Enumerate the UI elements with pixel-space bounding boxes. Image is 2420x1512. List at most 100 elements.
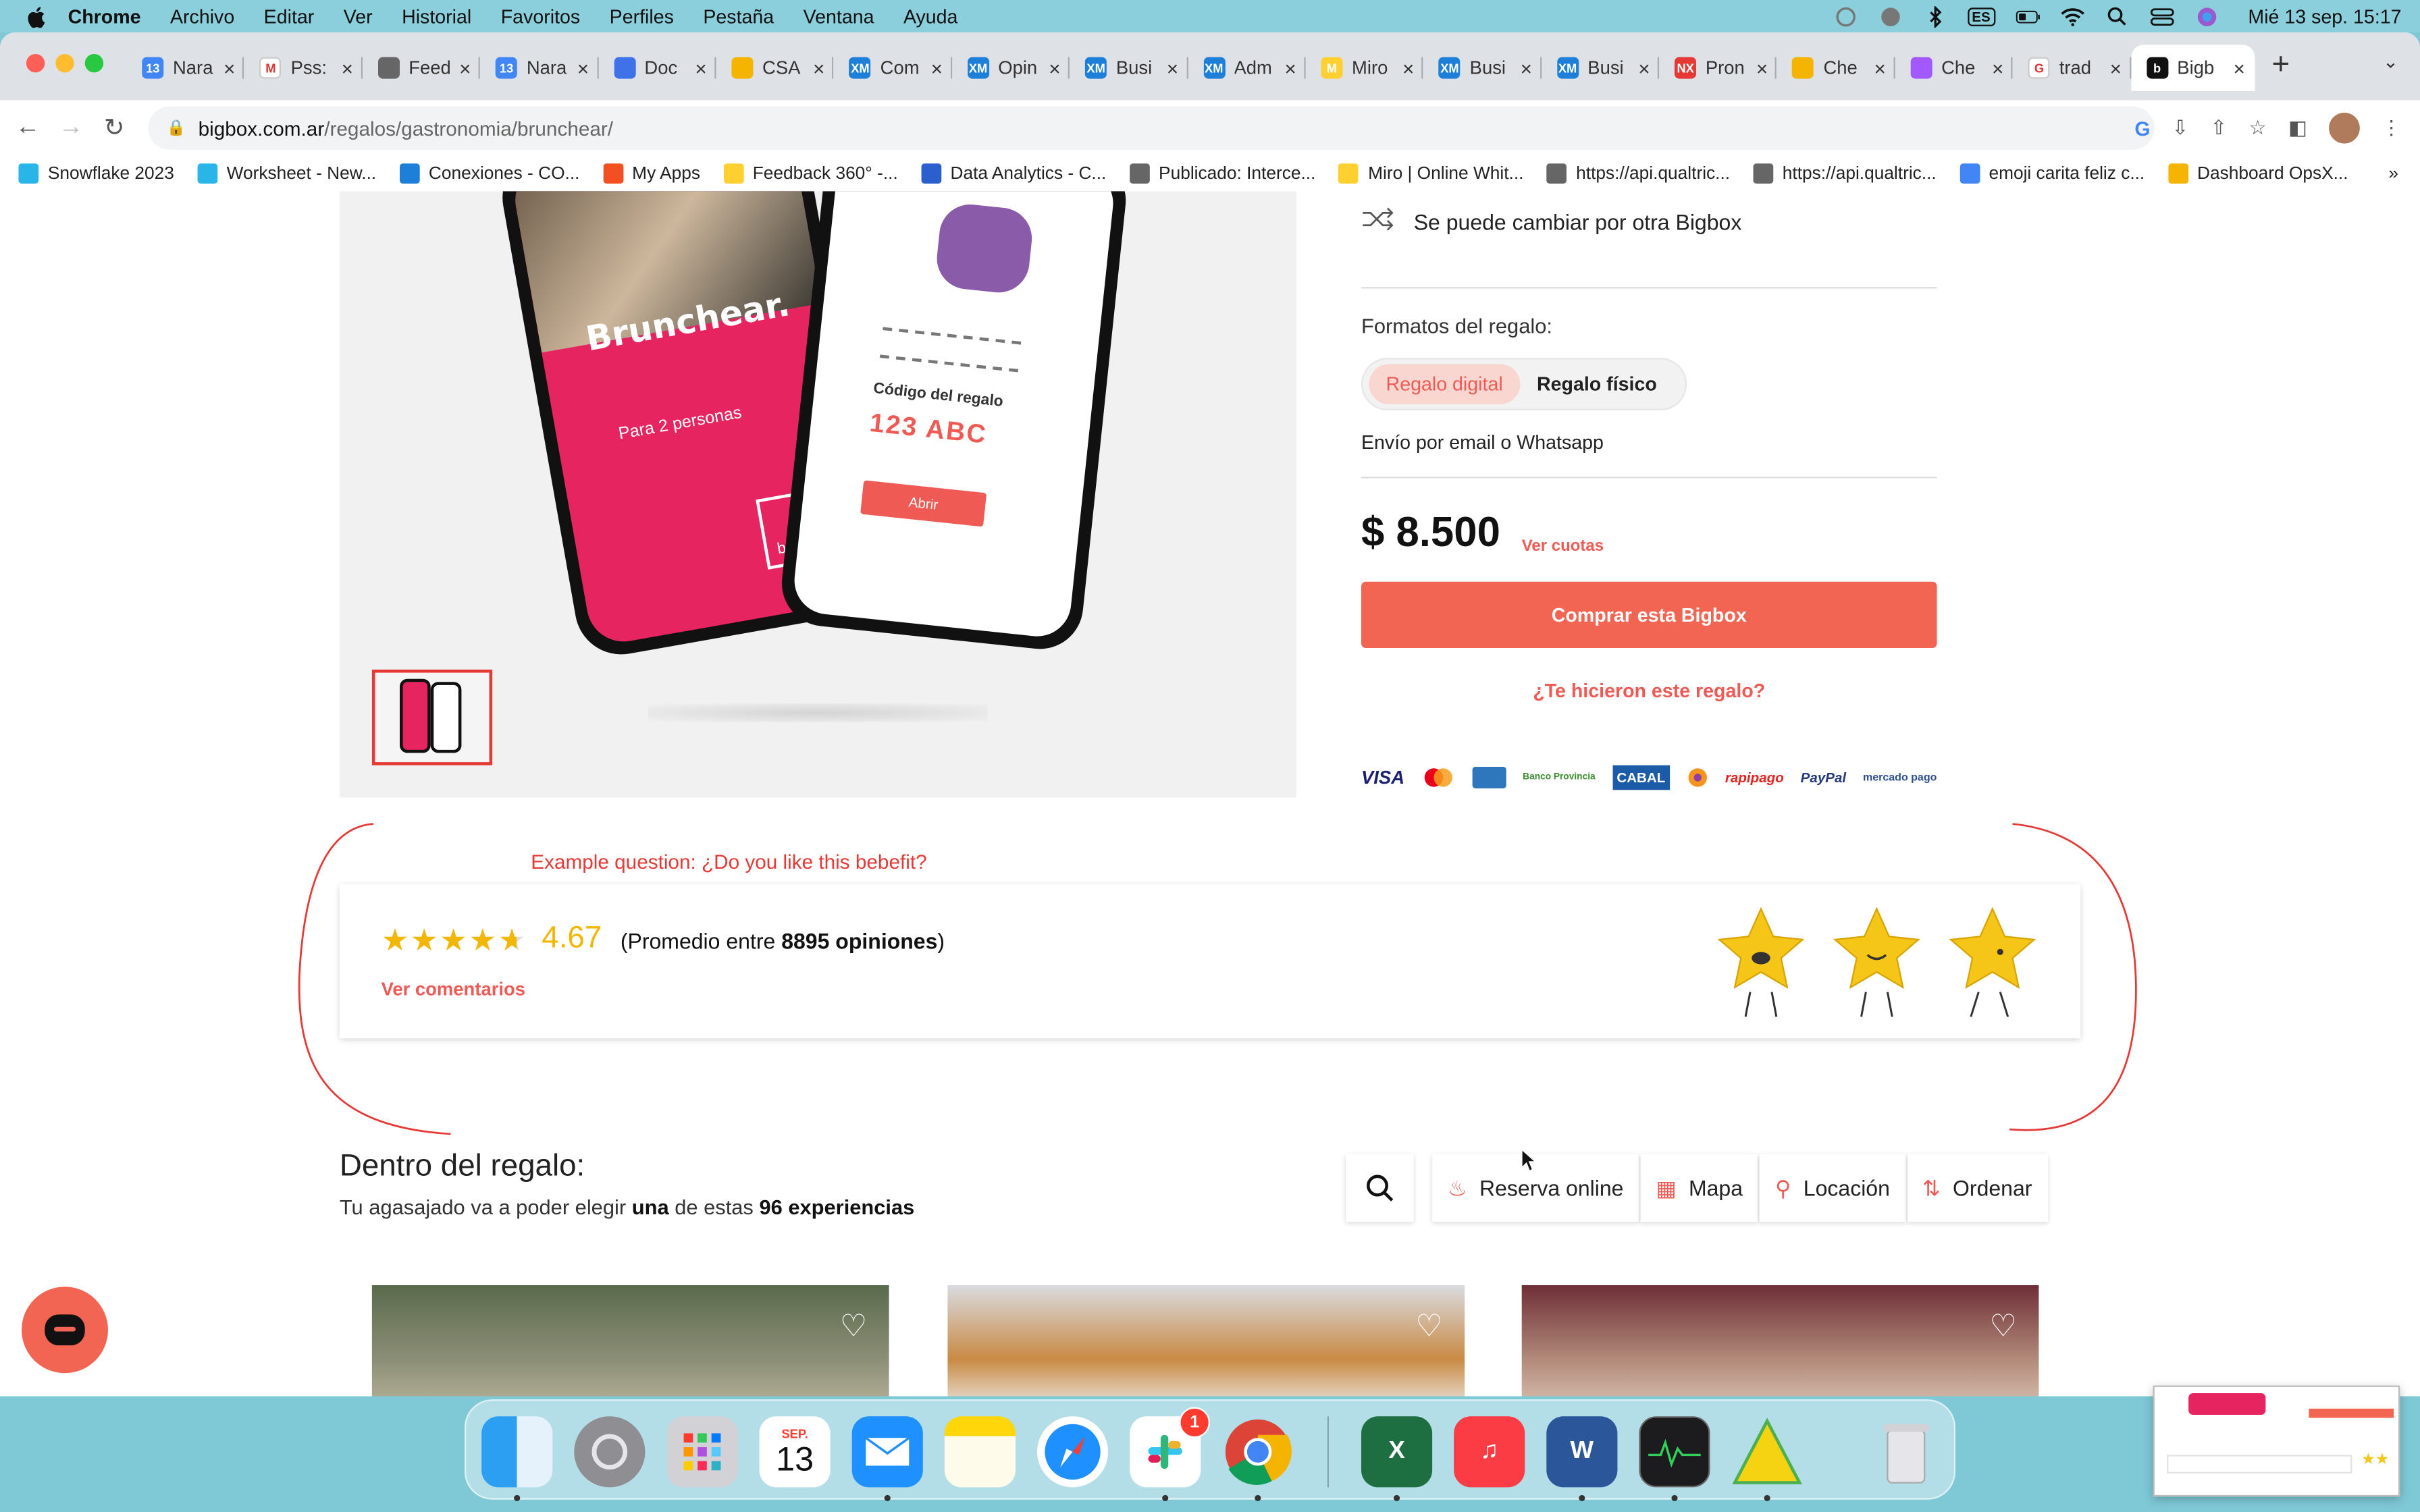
bookmark-item[interactable]: https://api.qualtric... <box>1546 163 1730 184</box>
tab-close-icon[interactable]: × <box>1049 56 1060 79</box>
tab-close-icon[interactable]: × <box>1756 56 1768 79</box>
format-digital-option[interactable]: Regalo digital <box>1369 364 1520 404</box>
window-minimize-button[interactable] <box>55 53 74 73</box>
chrome-menu-icon[interactable]: ⋮ <box>2382 115 2402 140</box>
bookmark-item[interactable]: Publicado: Interce... <box>1129 163 1315 184</box>
menubar-clock[interactable]: Mié 13 sep. 15:17 <box>2248 5 2401 27</box>
menu-ventana[interactable]: Ventana <box>804 5 874 27</box>
tab[interactable]: XM Opin × <box>952 45 1070 91</box>
menu-ayuda[interactable]: Ayuda <box>903 5 957 27</box>
tab[interactable]: Che × <box>1895 45 2014 91</box>
favorite-heart-icon[interactable]: ♡ <box>1989 1307 2017 1345</box>
excel-icon[interactable]: X <box>1361 1416 1433 1488</box>
share-icon[interactable]: ⇧ <box>2210 115 2227 140</box>
tab-search-chevron-icon[interactable]: ⌄ <box>2383 51 2398 72</box>
search-experiences-button[interactable] <box>1346 1154 1414 1222</box>
input-language-indicator[interactable]: ES <box>1967 7 1995 26</box>
siri-icon[interactable] <box>2194 5 2219 27</box>
sort-filter[interactable]: ⇅ Ordenar <box>1907 1154 2048 1222</box>
bookmark-item[interactable]: Snowflake 2023 <box>18 163 174 184</box>
favorite-heart-icon[interactable]: ♡ <box>840 1307 868 1345</box>
new-tab-button[interactable]: + <box>2272 48 2290 84</box>
screenshot-preview-thumbnail[interactable]: ★★ <box>2153 1385 2400 1497</box>
tab-close-icon[interactable]: × <box>931 56 943 79</box>
wifi-icon[interactable] <box>2060 5 2085 27</box>
format-physical-option[interactable]: Regalo físico <box>1520 364 1674 404</box>
bookmark-item[interactable]: Miro | Online Whit... <box>1338 163 1523 184</box>
tab-close-icon[interactable]: × <box>2110 56 2122 79</box>
bookmark-item[interactable]: My Apps <box>602 163 700 184</box>
bookmark-item[interactable]: Data Analytics - C... <box>921 163 1106 184</box>
tab-close-icon[interactable]: × <box>695 56 706 79</box>
experience-card[interactable]: ♡ <box>947 1285 1465 1397</box>
map-filter[interactable]: ▦ Mapa <box>1640 1154 1758 1222</box>
menu-editar[interactable]: Editar <box>264 5 315 27</box>
apple-icon[interactable] <box>25 4 50 29</box>
tab[interactable]: 13 Nara × <box>126 45 245 91</box>
trash-icon[interactable] <box>1870 1416 1941 1487</box>
bookmark-item[interactable]: https://api.qualtric... <box>1753 163 1937 184</box>
menu-favoritos[interactable]: Favoritos <box>501 5 580 27</box>
back-button[interactable]: ← <box>6 114 49 142</box>
install-app-icon[interactable]: ⇩ <box>2172 115 2189 140</box>
tab-active[interactable]: b Bigb × <box>2130 45 2255 91</box>
system-settings-icon[interactable] <box>574 1416 646 1488</box>
control-center-icon[interactable] <box>2149 5 2174 27</box>
favorite-heart-icon[interactable]: ♡ <box>1415 1307 1443 1345</box>
menu-pestana[interactable]: Pestaña <box>703 5 774 27</box>
bookmark-star-icon[interactable]: ☆ <box>2248 115 2267 140</box>
forward-button[interactable]: → <box>49 114 93 142</box>
side-panel-icon[interactable]: ◧ <box>2288 115 2307 140</box>
tab[interactable]: CSA × <box>716 45 835 91</box>
bluetooth-icon[interactable] <box>1922 5 1947 27</box>
calendar-icon[interactable]: SEP. 13 <box>759 1416 831 1488</box>
bookmark-item[interactable]: Feedback 360° -... <box>723 163 898 184</box>
tab[interactable]: 13 Nara × <box>480 45 598 91</box>
bookmark-item[interactable]: Worksheet - New... <box>197 163 376 184</box>
slack-icon[interactable]: 1 <box>1130 1407 1210 1488</box>
bookmarks-overflow-icon[interactable]: » <box>2388 164 2398 182</box>
view-comments-link[interactable]: Ver comentarios <box>382 978 525 1000</box>
menu-historial[interactable]: Historial <box>402 5 471 27</box>
reload-button[interactable]: ↻ <box>93 113 136 144</box>
menu-archivo[interactable]: Archivo <box>170 5 234 27</box>
battery-icon[interactable] <box>2015 5 2040 27</box>
triangle-app-icon[interactable] <box>1732 1416 1803 1487</box>
tab-close-icon[interactable]: × <box>813 56 824 79</box>
tab[interactable]: XM Busi × <box>1070 45 1188 91</box>
chrome-icon[interactable] <box>1222 1416 1293 1487</box>
tab-close-icon[interactable]: × <box>459 56 471 79</box>
gallery-thumbnail[interactable] <box>371 669 493 765</box>
menu-perfiles[interactable]: Perfiles <box>610 5 674 27</box>
bookmark-item[interactable]: Conexiones - CO... <box>399 163 579 184</box>
globe-icon[interactable] <box>1878 5 1903 27</box>
launchpad-icon[interactable] <box>666 1416 738 1488</box>
activity-monitor-icon[interactable] <box>1639 1416 1710 1488</box>
lock-icon[interactable]: 🔒 <box>167 119 186 136</box>
tab[interactable]: M Miro × <box>1305 45 1424 91</box>
tab[interactable]: Feed × <box>363 45 481 91</box>
window-close-button[interactable] <box>26 53 45 73</box>
chat-button[interactable] <box>21 1287 108 1374</box>
spotlight-search-icon[interactable] <box>2105 5 2130 27</box>
tab[interactable]: Doc × <box>598 45 716 91</box>
tab-close-icon[interactable]: × <box>2234 56 2245 79</box>
installments-link[interactable]: Ver cuotas <box>1522 537 1604 555</box>
mail-icon[interactable] <box>851 1416 923 1488</box>
safari-icon[interactable] <box>1036 1416 1109 1488</box>
profile-avatar[interactable] <box>2329 112 2360 144</box>
tab[interactable]: Gtrad × <box>2013 45 2131 91</box>
google-lens-icon[interactable]: G <box>2134 117 2150 140</box>
experience-card[interactable]: ♡ <box>1521 1285 2039 1397</box>
address-bar[interactable]: 🔒 bigbox.com.ar/regalos/gastronomia/brun… <box>148 106 2155 150</box>
tab[interactable]: Che × <box>1777 45 1895 91</box>
tab[interactable]: XM Adm × <box>1188 45 1306 91</box>
tab-close-icon[interactable]: × <box>1521 56 1532 79</box>
tab[interactable]: XM Busi × <box>1423 45 1542 91</box>
tab-close-icon[interactable]: × <box>223 56 235 79</box>
menu-app-name[interactable]: Chrome <box>68 5 141 27</box>
tab[interactable]: NX Pron × <box>1659 45 1777 91</box>
word-icon[interactable]: W <box>1546 1416 1618 1488</box>
tab[interactable]: XM Busi × <box>1542 45 1660 91</box>
tab[interactable]: M Pss: × <box>244 45 363 91</box>
